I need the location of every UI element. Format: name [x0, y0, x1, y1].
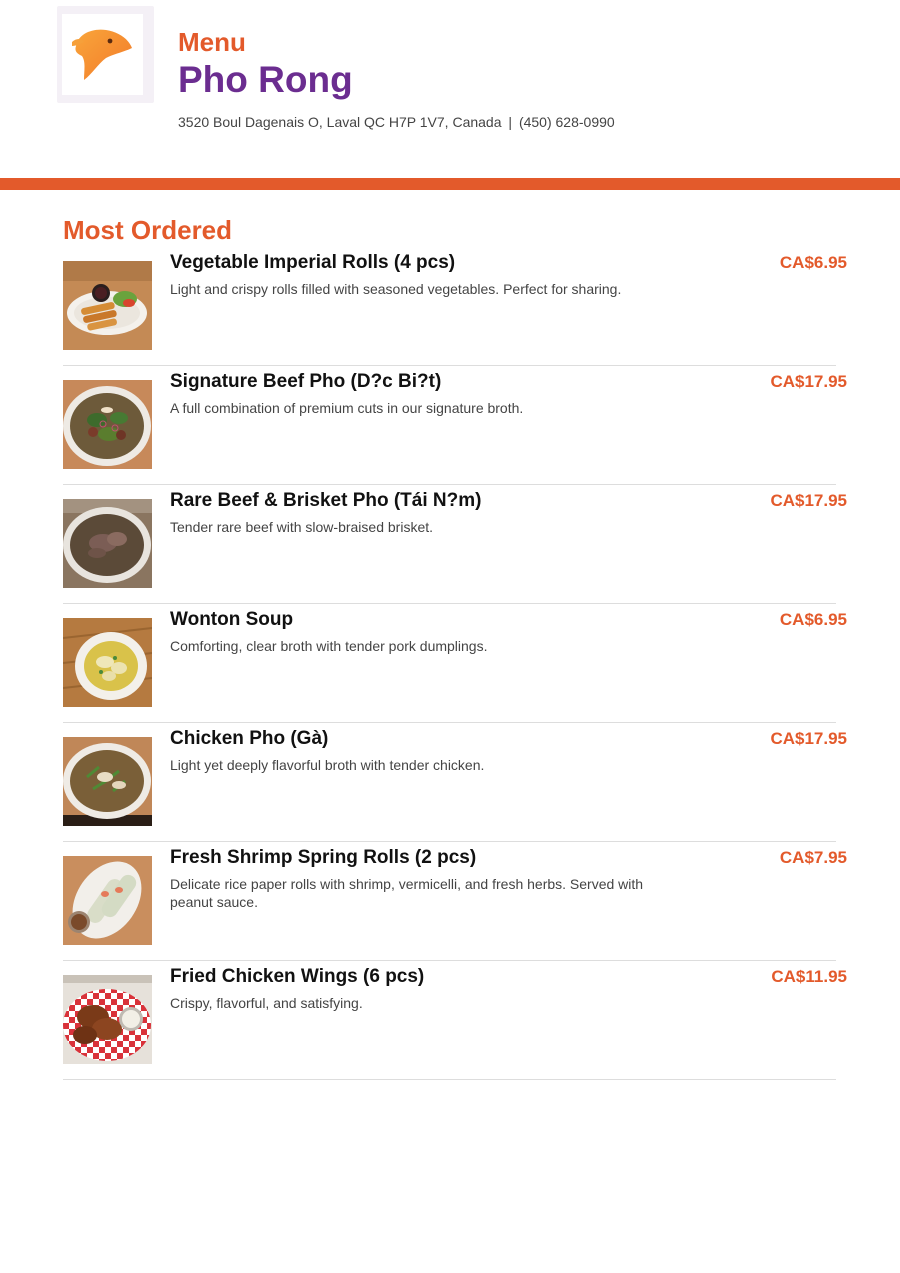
restaurant-name: Pho Rong [178, 59, 353, 100]
item-price: CA$6.95 [779, 253, 847, 272]
beef-pho-photo [63, 380, 152, 469]
item-description: Comforting, clear broth with tender pork… [170, 638, 488, 654]
item-price: CA$7.95 [779, 848, 847, 867]
restaurant-phone: (450) 628-0990 [518, 114, 615, 130]
menu-items-list: Vegetable Imperial Rolls (4 pcs) Light a… [63, 247, 847, 1080]
section-title: Most Ordered [63, 215, 233, 245]
menu-item[interactable]: Fresh Shrimp Spring Rolls (2 pcs) Delica… [63, 842, 847, 961]
menu-item[interactable]: Fried Chicken Wings (6 pcs) Crispy, flav… [63, 961, 847, 1080]
item-description: Delicate rice paper rolls with shrimp, v… [170, 876, 644, 910]
restaurant-address: 3520 Boul Dagenais O, Laval QC H7P 1V7, … [178, 114, 502, 130]
item-description: Light and crispy rolls filled with seaso… [170, 281, 622, 297]
menu-item[interactable]: Vegetable Imperial Rolls (4 pcs) Light a… [63, 247, 847, 366]
item-name: Fried Chicken Wings (6 pcs) [170, 966, 425, 987]
item-name: Wonton Soup [170, 609, 294, 630]
menu-item[interactable]: Chicken Pho (Gà) Light yet deeply flavor… [63, 723, 847, 842]
spring-rolls-photo [63, 856, 152, 945]
menu-item[interactable]: Signature Beef Pho (D?c Bi?t) A full com… [63, 366, 847, 485]
accent-divider [0, 178, 900, 190]
item-price: CA$17.95 [770, 372, 847, 391]
chicken-pho-photo [63, 737, 152, 826]
restaurant-logo [57, 6, 154, 103]
item-price: CA$11.95 [771, 967, 847, 986]
rare-beef-pho-photo [63, 499, 152, 588]
menu-item[interactable]: Rare Beef & Brisket Pho (Tái N?m) Tender… [63, 485, 847, 604]
logo-inner [62, 14, 143, 95]
menu-header: Menu Pho Rong 3520 Boul Dagenais O, Lava… [0, 0, 900, 178]
item-name: Chicken Pho (Gà) [170, 728, 329, 749]
imperial-rolls-photo [63, 261, 152, 350]
item-description: A full combination of premium cuts in ou… [170, 400, 524, 416]
bird-head-logo-icon [72, 29, 132, 80]
restaurant-contact: 3520 Boul Dagenais O, Laval QC H7P 1V7, … [178, 113, 615, 131]
item-name: Fresh Shrimp Spring Rolls (2 pcs) [170, 847, 477, 868]
item-price: CA$17.95 [770, 729, 847, 748]
item-description: Tender rare beef with slow-braised brisk… [170, 519, 434, 535]
contact-separator: | [508, 114, 513, 130]
item-price: CA$6.95 [779, 610, 847, 629]
item-description: Light yet deeply flavorful broth with te… [170, 757, 485, 773]
item-name: Signature Beef Pho (D?c Bi?t) [170, 371, 442, 392]
menu-label: Menu [178, 27, 246, 57]
chicken-wings-photo [63, 975, 152, 1064]
wonton-soup-photo [63, 618, 152, 707]
menu-item[interactable]: Wonton Soup Comforting, clear broth with… [63, 604, 847, 723]
item-price: CA$17.95 [770, 491, 847, 510]
item-description: Crispy, flavorful, and satisfying. [170, 995, 363, 1011]
item-name: Vegetable Imperial Rolls (4 pcs) [170, 252, 456, 273]
item-name: Rare Beef & Brisket Pho (Tái N?m) [170, 490, 482, 511]
